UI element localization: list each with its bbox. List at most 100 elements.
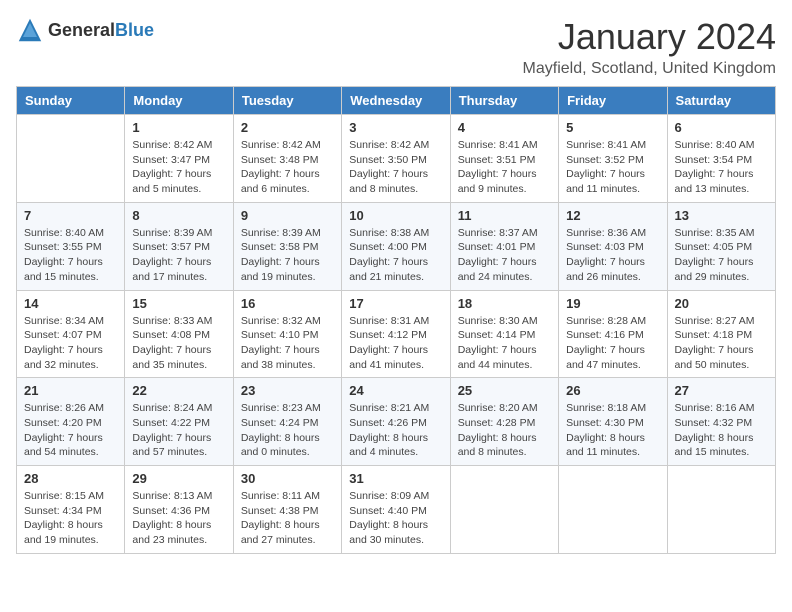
cell-data: Sunrise: 8:32 AMSunset: 4:10 PMDaylight:… xyxy=(241,314,334,373)
month-title: January 2024 xyxy=(523,16,776,58)
calendar-week-row: 1 Sunrise: 8:42 AMSunset: 3:47 PMDaylight… xyxy=(17,115,776,203)
calendar-cell xyxy=(450,466,558,554)
cell-data: Sunrise: 8:31 AMSunset: 4:12 PMDaylight:… xyxy=(349,314,442,373)
cell-data: Sunrise: 8:39 AMSunset: 3:57 PMDaylight:… xyxy=(132,226,225,285)
cell-data: Sunrise: 8:16 AMSunset: 4:32 PMDaylight:… xyxy=(675,401,768,460)
calendar-cell: 4 Sunrise: 8:41 AMSunset: 3:51 PMDaylight… xyxy=(450,115,558,203)
calendar-cell: 21 Sunrise: 8:26 AMSunset: 4:20 PMDayligh… xyxy=(17,378,125,466)
calendar-cell xyxy=(17,115,125,203)
cell-data: Sunrise: 8:15 AMSunset: 4:34 PMDaylight:… xyxy=(24,489,117,548)
day-number: 15 xyxy=(132,296,225,311)
calendar-cell: 26 Sunrise: 8:18 AMSunset: 4:30 PMDayligh… xyxy=(559,378,667,466)
cell-data: Sunrise: 8:28 AMSunset: 4:16 PMDaylight:… xyxy=(566,314,659,373)
calendar-cell: 29 Sunrise: 8:13 AMSunset: 4:36 PMDayligh… xyxy=(125,466,233,554)
logo-text-general: General xyxy=(48,20,115,40)
cell-data: Sunrise: 8:13 AMSunset: 4:36 PMDaylight:… xyxy=(132,489,225,548)
calendar-cell: 25Sunrise: 8:20 AMSunset: 4:28 PMDayligh… xyxy=(450,378,558,466)
cell-data: Sunrise: 8:37 AMSunset: 4:01 PMDaylight:… xyxy=(458,226,551,285)
day-number: 21 xyxy=(24,383,117,398)
location-title: Mayfield, Scotland, United Kingdom xyxy=(523,60,776,78)
calendar-cell: 27Sunrise: 8:16 AMSunset: 4:32 PMDayligh… xyxy=(667,378,775,466)
calendar-cell: 16 Sunrise: 8:32 AMSunset: 4:10 PMDayligh… xyxy=(233,290,341,378)
cell-data: Sunrise: 8:36 AMSunset: 4:03 PMDaylight:… xyxy=(566,226,659,285)
day-number: 5 xyxy=(566,120,659,135)
day-number: 7 xyxy=(24,208,117,223)
day-number: 13 xyxy=(675,208,768,223)
cell-data: Sunrise: 8:23 AMSunset: 4:24 PMDaylight:… xyxy=(241,401,334,460)
day-number: 11 xyxy=(458,208,551,223)
day-number: 6 xyxy=(675,120,768,135)
page-header: GeneralBlue January 2024 Mayfield, Scotl… xyxy=(16,16,776,78)
cell-data: Sunrise: 8:35 AMSunset: 4:05 PMDaylight:… xyxy=(675,226,768,285)
cell-data: Sunrise: 8:39 AMSunset: 3:58 PMDaylight:… xyxy=(241,226,334,285)
day-number: 3 xyxy=(349,120,442,135)
day-number: 16 xyxy=(241,296,334,311)
cell-data: Sunrise: 8:27 AMSunset: 4:18 PMDaylight:… xyxy=(675,314,768,373)
column-header-sunday: Sunday xyxy=(17,87,125,115)
day-number: 19 xyxy=(566,296,659,311)
day-number: 25 xyxy=(458,383,551,398)
day-number: 29 xyxy=(132,471,225,486)
calendar-cell xyxy=(667,466,775,554)
calendar-cell: 8 Sunrise: 8:39 AMSunset: 3:57 PMDaylight… xyxy=(125,202,233,290)
calendar-week-row: 7Sunrise: 8:40 AMSunset: 3:55 PMDaylight… xyxy=(17,202,776,290)
calendar-cell: 13 Sunrise: 8:35 AMSunset: 4:05 PMDayligh… xyxy=(667,202,775,290)
day-number: 26 xyxy=(566,383,659,398)
calendar-cell xyxy=(559,466,667,554)
day-number: 18 xyxy=(458,296,551,311)
column-header-friday: Friday xyxy=(559,87,667,115)
day-number: 17 xyxy=(349,296,442,311)
calendar-cell: 2Sunrise: 8:42 AMSunset: 3:48 PMDaylight… xyxy=(233,115,341,203)
calendar-cell: 15Sunrise: 8:33 AMSunset: 4:08 PMDayligh… xyxy=(125,290,233,378)
calendar-cell: 10Sunrise: 8:38 AMSunset: 4:00 PMDayligh… xyxy=(342,202,450,290)
day-number: 31 xyxy=(349,471,442,486)
day-number: 24 xyxy=(349,383,442,398)
calendar-cell: 30Sunrise: 8:11 AMSunset: 4:38 PMDayligh… xyxy=(233,466,341,554)
calendar-week-row: 28Sunrise: 8:15 AMSunset: 4:34 PMDayligh… xyxy=(17,466,776,554)
day-number: 1 xyxy=(132,120,225,135)
calendar-week-row: 21 Sunrise: 8:26 AMSunset: 4:20 PMDayligh… xyxy=(17,378,776,466)
cell-data: Sunrise: 8:42 AMSunset: 3:47 PMDaylight:… xyxy=(132,138,225,197)
calendar-week-row: 14 Sunrise: 8:34 AMSunset: 4:07 PMDayligh… xyxy=(17,290,776,378)
calendar-cell: 18 Sunrise: 8:30 AMSunset: 4:14 PMDayligh… xyxy=(450,290,558,378)
calendar-cell: 23 Sunrise: 8:23 AMSunset: 4:24 PMDayligh… xyxy=(233,378,341,466)
calendar-cell: 5 Sunrise: 8:41 AMSunset: 3:52 PMDaylight… xyxy=(559,115,667,203)
cell-data: Sunrise: 8:30 AMSunset: 4:14 PMDaylight:… xyxy=(458,314,551,373)
title-block: January 2024 Mayfield, Scotland, United … xyxy=(523,16,776,78)
calendar-cell: 1 Sunrise: 8:42 AMSunset: 3:47 PMDaylight… xyxy=(125,115,233,203)
logo: GeneralBlue xyxy=(16,16,154,44)
column-header-saturday: Saturday xyxy=(667,87,775,115)
calendar-cell: 17 Sunrise: 8:31 AMSunset: 4:12 PMDayligh… xyxy=(342,290,450,378)
day-number: 12 xyxy=(566,208,659,223)
day-number: 20 xyxy=(675,296,768,311)
column-header-wednesday: Wednesday xyxy=(342,87,450,115)
day-number: 30 xyxy=(241,471,334,486)
day-number: 8 xyxy=(132,208,225,223)
calendar-cell: 19 Sunrise: 8:28 AMSunset: 4:16 PMDayligh… xyxy=(559,290,667,378)
calendar-cell: 6Sunrise: 8:40 AMSunset: 3:54 PMDaylight… xyxy=(667,115,775,203)
calendar-cell: 7Sunrise: 8:40 AMSunset: 3:55 PMDaylight… xyxy=(17,202,125,290)
calendar-cell: 14 Sunrise: 8:34 AMSunset: 4:07 PMDayligh… xyxy=(17,290,125,378)
cell-data: Sunrise: 8:34 AMSunset: 4:07 PMDaylight:… xyxy=(24,314,117,373)
day-number: 14 xyxy=(24,296,117,311)
cell-data: Sunrise: 8:18 AMSunset: 4:30 PMDaylight:… xyxy=(566,401,659,460)
day-number: 4 xyxy=(458,120,551,135)
calendar-cell: 22Sunrise: 8:24 AMSunset: 4:22 PMDayligh… xyxy=(125,378,233,466)
column-header-tuesday: Tuesday xyxy=(233,87,341,115)
cell-data: Sunrise: 8:41 AMSunset: 3:51 PMDaylight:… xyxy=(458,138,551,197)
cell-data: Sunrise: 8:26 AMSunset: 4:20 PMDaylight:… xyxy=(24,401,117,460)
day-number: 23 xyxy=(241,383,334,398)
cell-data: Sunrise: 8:24 AMSunset: 4:22 PMDaylight:… xyxy=(132,401,225,460)
calendar-cell: 20 Sunrise: 8:27 AMSunset: 4:18 PMDayligh… xyxy=(667,290,775,378)
column-header-monday: Monday xyxy=(125,87,233,115)
calendar-cell: 28Sunrise: 8:15 AMSunset: 4:34 PMDayligh… xyxy=(17,466,125,554)
logo-icon xyxy=(16,16,44,44)
cell-data: Sunrise: 8:41 AMSunset: 3:52 PMDaylight:… xyxy=(566,138,659,197)
day-number: 9 xyxy=(241,208,334,223)
logo-text-blue: Blue xyxy=(115,20,154,40)
calendar-header-row: SundayMondayTuesdayWednesdayThursdayFrid… xyxy=(17,87,776,115)
cell-data: Sunrise: 8:21 AMSunset: 4:26 PMDaylight:… xyxy=(349,401,442,460)
calendar-cell: 9 Sunrise: 8:39 AMSunset: 3:58 PMDaylight… xyxy=(233,202,341,290)
calendar-cell: 11 Sunrise: 8:37 AMSunset: 4:01 PMDayligh… xyxy=(450,202,558,290)
calendar-cell: 24 Sunrise: 8:21 AMSunset: 4:26 PMDayligh… xyxy=(342,378,450,466)
